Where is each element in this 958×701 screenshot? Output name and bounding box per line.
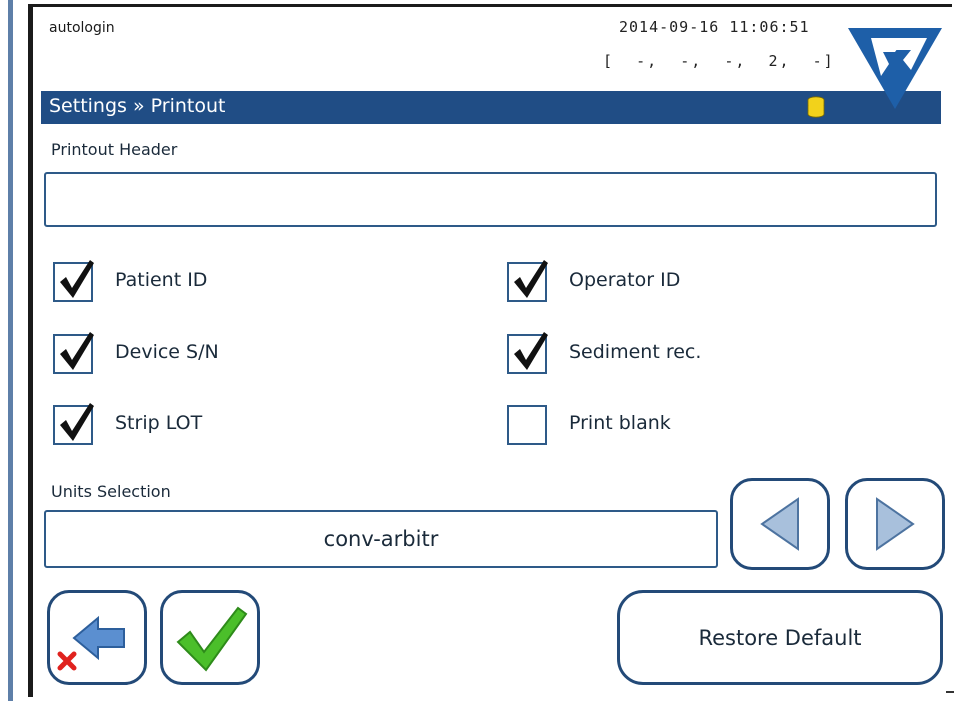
checkmark-icon: [514, 332, 548, 370]
checkmark-icon: [60, 332, 94, 370]
user-name: autologin: [49, 20, 115, 36]
option-print-blank[interactable]: Print blank: [507, 405, 767, 445]
print-blank-label: Print blank: [569, 412, 671, 434]
device-sn-label: Device S/N: [115, 341, 219, 363]
patient-id-checkbox[interactable]: [53, 260, 94, 302]
status-bar: autologin 2014-09-16 11:06:51 [ -, -, -,…: [41, 8, 941, 90]
triangle-right-icon: [876, 497, 915, 551]
operator-id-checkbox[interactable]: [507, 260, 548, 302]
checkmark-icon: [514, 260, 548, 298]
restore-default-button[interactable]: Restore Default: [617, 590, 943, 685]
status-codes: [ -, -, -, 2, -]: [603, 52, 835, 70]
database-icon[interactable]: [806, 96, 826, 118]
cancel-back-button[interactable]: [47, 590, 147, 685]
option-sediment-rec[interactable]: Sediment rec.: [507, 332, 767, 374]
units-selection-label: Units Selection: [51, 482, 171, 501]
sediment-rec-label: Sediment rec.: [569, 341, 702, 363]
units-next-button[interactable]: [845, 478, 945, 570]
printout-header-input[interactable]: [44, 172, 937, 227]
device-sn-checkbox[interactable]: [53, 332, 94, 374]
triangle-left-icon: [760, 497, 799, 551]
option-operator-id[interactable]: Operator ID: [507, 260, 767, 302]
title-bar: Settings » Printout: [41, 91, 941, 124]
confirm-button[interactable]: [160, 590, 260, 685]
option-patient-id[interactable]: Patient ID: [53, 260, 313, 302]
patient-id-label: Patient ID: [115, 269, 208, 291]
printout-header-label: Printout Header: [51, 140, 178, 159]
left-edge-bar: [8, 0, 13, 701]
option-strip-lot[interactable]: Strip LOT: [53, 403, 313, 445]
corner-tick: [946, 691, 954, 693]
restore-default-label: Restore Default: [698, 625, 862, 650]
print-blank-checkbox[interactable]: [507, 405, 547, 445]
back-cancel-icon: [57, 615, 125, 670]
sediment-rec-checkbox[interactable]: [507, 332, 548, 374]
operator-id-label: Operator ID: [569, 269, 681, 291]
option-device-sn[interactable]: Device S/N: [53, 332, 313, 374]
units-value-field[interactable]: conv-arbitr: [44, 510, 718, 568]
date-time: 2014-09-16 11:06:51: [619, 18, 810, 36]
checkmark-icon: [60, 403, 94, 441]
strip-lot-label: Strip LOT: [115, 412, 203, 434]
checkmark-icon: [60, 260, 94, 298]
check-icon: [176, 606, 248, 672]
units-prev-button[interactable]: [730, 478, 830, 570]
page-title: Settings » Printout: [49, 95, 226, 117]
company-logo: [848, 28, 942, 109]
strip-lot-checkbox[interactable]: [53, 403, 94, 445]
